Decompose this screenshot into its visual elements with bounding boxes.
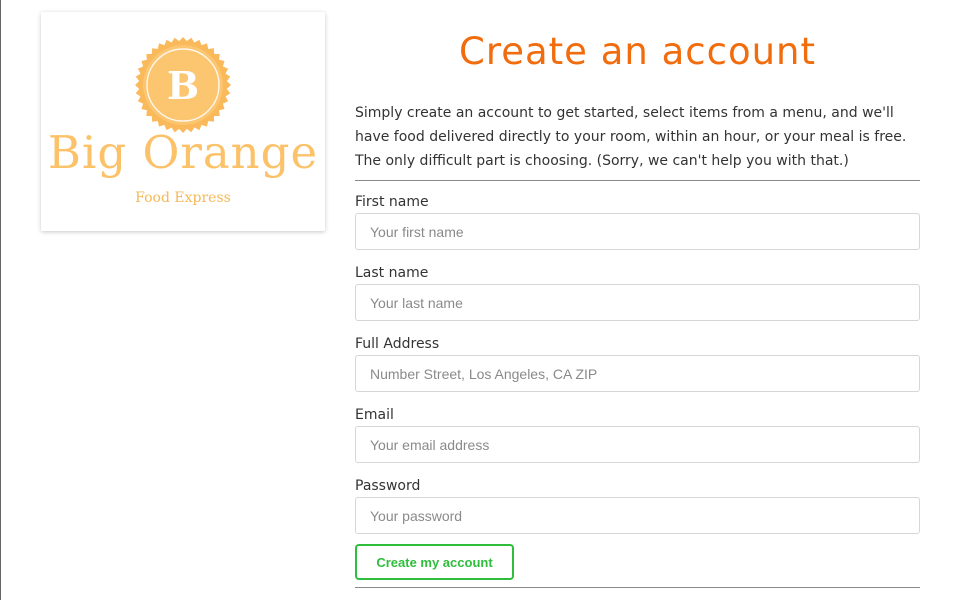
- brand-name: Big Orange: [47, 126, 319, 179]
- create-account-button[interactable]: Create my account: [355, 544, 514, 580]
- password-input[interactable]: [355, 497, 920, 534]
- last-name-label: Last name: [355, 265, 429, 281]
- full-address-label: Full Address: [355, 336, 440, 352]
- intro-text: Simply create an account to get started,…: [355, 105, 907, 169]
- full-address-input[interactable]: [355, 355, 920, 392]
- page-title: Create an account: [459, 30, 816, 73]
- top-divider: [355, 180, 920, 181]
- brand-seal-icon: B: [135, 37, 231, 133]
- password-label: Password: [355, 478, 421, 494]
- first-name-label: First name: [355, 194, 429, 210]
- window-left-edge: [0, 0, 1, 600]
- first-name-input[interactable]: [355, 213, 920, 250]
- email-label: Email: [355, 407, 394, 423]
- bottom-divider: [355, 587, 920, 588]
- brand-tagline: Food Express: [135, 190, 231, 206]
- brand-logo-card: B Big Orange Food Express: [41, 12, 325, 231]
- last-name-input[interactable]: [355, 284, 920, 321]
- brand-initial: B: [167, 63, 199, 108]
- email-input[interactable]: [355, 426, 920, 463]
